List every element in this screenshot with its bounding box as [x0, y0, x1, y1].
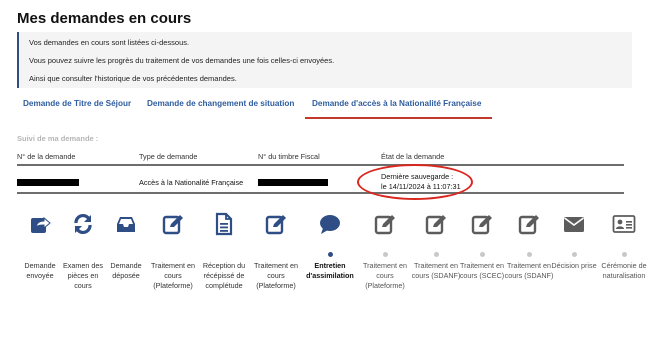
table-row: Accès à la Nationalité Française Dernièr… [17, 172, 624, 192]
edit-icon [425, 215, 446, 235]
edit-icon [518, 215, 539, 235]
edit-icon [471, 215, 492, 235]
step-entretien-assimilation: Entretien d'assimilation [305, 212, 355, 281]
redacted-numero [17, 179, 79, 186]
step-reception-recepisse: Réception du récépissé de complétude [199, 212, 249, 291]
step-traitement-plateforme: Traitement en cours (Plateforme) [148, 212, 198, 291]
step-dot [382, 252, 388, 257]
intro-box: Vos demandes en cours sont listées ci-de… [17, 32, 632, 88]
step-traitement-sdanf: Traitement en cours (SDANF) [504, 212, 554, 281]
tab-nationalite[interactable]: Demande d'accès à la Nationalité Françai… [312, 99, 481, 108]
tab-bar: Demande de Titre de Séjour Demande de ch… [17, 99, 637, 119]
header-timbre: N° du timbre Fiscal [258, 152, 320, 161]
step-dot [222, 252, 227, 257]
envelope-icon [564, 217, 584, 232]
step-dot [81, 252, 86, 257]
step-label: Demande déposée [110, 261, 142, 280]
step-label: Réception du récépissé de complétude [202, 261, 246, 290]
inbox-icon [117, 217, 135, 232]
step-label: Entretien d'assimilation [306, 261, 354, 280]
edit-icon [265, 215, 286, 235]
active-tab-indicator [305, 117, 492, 119]
tab-changement-situation[interactable]: Demande de changement de situation [147, 99, 294, 108]
step-decision-prise: Décision prise [549, 212, 599, 271]
progress-tracker: Demande envoyée Examen des pièces en cou… [17, 212, 653, 342]
edit-icon [162, 215, 183, 235]
edit-icon [374, 215, 395, 235]
table-header: N° de la demande Type de demande N° du t… [17, 152, 624, 164]
header-type: Type de demande [139, 152, 198, 161]
page-title: Mes demandes en cours [17, 10, 192, 27]
step-label: Traitement en cours (Plateforme) [150, 261, 196, 290]
step-dot [38, 252, 43, 257]
section-label: Suivi de ma demande : [17, 134, 99, 143]
step-dot [526, 252, 532, 257]
table-rule [17, 164, 624, 166]
intro-line: Vos demandes en cours sont listées ci-de… [29, 38, 190, 47]
header-numero: N° de la demande [17, 152, 76, 161]
step-dot [171, 252, 176, 257]
header-etat: État de la demande [381, 152, 445, 161]
cell-type: Accès à la Nationalité Française [139, 178, 244, 187]
step-label: Traitement en cours (SCEC) [459, 261, 505, 280]
step-dot [621, 252, 627, 257]
tab-titre-sejour[interactable]: Demande de Titre de Séjour [23, 99, 131, 108]
intro-line: Ainsi que consulter l'historique de vos … [29, 74, 237, 83]
step-label: Traitement en cours (Plateforme) [253, 261, 299, 290]
step-traitement-plateforme: Traitement en cours (Plateforme) [360, 212, 410, 291]
step-dot [274, 252, 279, 257]
refresh-icon [74, 214, 92, 234]
red-circle-annotation [357, 164, 473, 200]
step-dot [479, 252, 485, 257]
step-label: Cérémonie de naturalisation [601, 261, 647, 280]
step-label: Décision prise [551, 261, 597, 270]
step-dot [433, 252, 439, 257]
step-traitement-scec: Traitement en cours (SCEC) [457, 212, 507, 281]
share-icon [31, 216, 51, 233]
step-label: Traitement en cours (SDANF) [411, 261, 461, 280]
step-demande-deposee: Demande déposée [101, 212, 151, 281]
step-dot [571, 252, 577, 257]
step-ceremonie-naturalisation: Cérémonie de naturalisation [599, 212, 649, 281]
step-label: Traitement en cours (Plateforme) [362, 261, 408, 290]
step-label: Traitement en cours (SDANF) [504, 261, 554, 280]
step-traitement-sdanf: Traitement en cours (SDANF) [411, 212, 461, 281]
table-rule [17, 192, 624, 194]
redacted-timbre [258, 179, 328, 186]
document-icon [215, 212, 233, 236]
step-dot [124, 252, 129, 257]
demand-table: N° de la demande Type de demande N° du t… [17, 152, 624, 164]
id-card-icon [612, 215, 636, 233]
step-dot [327, 252, 333, 257]
speech-bubble-icon [320, 215, 340, 234]
intro-line: Vous pouvez suivre les progrès du traite… [29, 56, 335, 65]
step-traitement-plateforme: Traitement en cours (Plateforme) [251, 212, 301, 291]
